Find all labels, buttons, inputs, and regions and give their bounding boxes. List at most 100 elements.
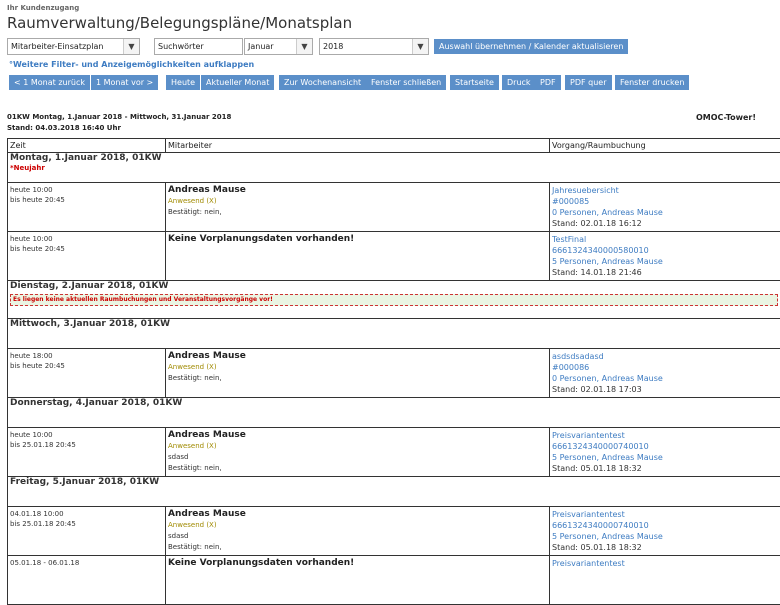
confirmed-status: Bestätigt: nein, — [168, 463, 547, 474]
booking-number-link[interactable]: #000086 — [552, 362, 778, 373]
table-header-row: Zeit Mitarbeiter Vorgang/Raumbuchung — [8, 139, 780, 153]
toolbar-button[interactable]: < 1 Monat zurück — [9, 75, 90, 90]
booking-cell: asdsdsadasd#0000860 Personen, Andreas Ma… — [550, 349, 780, 398]
confirmed-status: Bestätigt: nein, — [168, 373, 547, 384]
employee-name: Andreas Mause — [168, 509, 547, 520]
booking-persons-link[interactable]: 0 Personen, Andreas Mause — [552, 207, 778, 218]
toolbar-button[interactable]: Fenster drucken — [615, 75, 689, 90]
stand-text: Stand: 04.03.2018 16:40 Uhr — [7, 123, 231, 134]
month-select-value: Januar — [248, 42, 274, 51]
day-header-cell: Donnerstag, 4.Januar 2018, 01KW — [8, 398, 780, 428]
booking-cell: Preisvariantentest — [550, 556, 780, 605]
booking-stand: Stand: 02.01.18 16:12 — [552, 218, 778, 229]
chevron-down-icon: ▼ — [412, 39, 428, 54]
plan-select[interactable]: Mitarbeiter-Einsatzplan ▼ — [7, 38, 140, 55]
time-cell: heute 10:00bis heute 20:45 — [8, 232, 166, 281]
header-mitarbeiter: Mitarbeiter — [166, 139, 550, 153]
table-row: 04.01.18 10:00bis 25.01.18 20:45Andreas … — [8, 507, 780, 556]
toolbar-button[interactable]: Aktueller Monat — [201, 75, 274, 90]
plan-select-value: Mitarbeiter-Einsatzplan — [11, 42, 103, 51]
booking-link[interactable]: asdsdsadasd — [552, 351, 778, 362]
toolbar-button[interactable]: Zur Wochenansicht — [279, 75, 366, 90]
time-start: heute 10:00 — [10, 234, 163, 244]
employee-cell: Andreas MauseAnwesend (X)sdasdBestätigt:… — [166, 428, 550, 477]
time-end: bis heute 20:45 — [10, 244, 163, 254]
booking-number-link[interactable]: #000085 — [552, 196, 778, 207]
employee-cell: Andreas MauseAnwesend (X)Bestätigt: nein… — [166, 349, 550, 398]
table-row: heute 10:00bis 25.01.18 20:45Andreas Mau… — [8, 428, 780, 477]
day-header-row: Dienstag, 2.Januar 2018, 01KWEs liegen k… — [8, 281, 780, 319]
booking-link[interactable]: Jahresuebersicht — [552, 185, 778, 196]
booking-persons-link[interactable]: 0 Personen, Andreas Mause — [552, 373, 778, 384]
attendance-status: Anwesend (X) — [168, 196, 547, 207]
attendance-status: Anwesend (X) — [168, 362, 547, 373]
employee-name: Keine Vorplanungsdaten vorhanden! — [168, 234, 547, 245]
booking-number-link[interactable]: 6661324340000740010 — [552, 520, 778, 531]
time-cell: heute 10:00bis heute 20:45 — [8, 183, 166, 232]
booking-link[interactable]: TestFinal — [552, 234, 778, 245]
month-select[interactable]: Januar ▼ — [244, 38, 313, 55]
no-bookings-alert: Es liegen keine aktuellen Raumbuchungen … — [10, 294, 778, 306]
table-row: 05.01.18 - 06.01.18Keine Vorplanungsdate… — [8, 556, 780, 605]
table-row: heute 10:00bis heute 20:45Keine Vorplanu… — [8, 232, 780, 281]
search-input[interactable]: Suchwörter — [154, 38, 243, 55]
time-start: heute 10:00 — [10, 430, 163, 440]
day-header-row: Donnerstag, 4.Januar 2018, 01KW — [8, 398, 780, 428]
toolbar-button[interactable]: Druck — [502, 75, 536, 90]
employee-name: Keine Vorplanungsdaten vorhanden! — [168, 558, 547, 569]
toolbar-button[interactable]: Fenster schließen — [366, 75, 446, 90]
attendance-status: Anwesend (X) — [168, 441, 547, 452]
employee-name: Andreas Mause — [168, 351, 547, 362]
schedule-body: Montag, 1.Januar 2018, 01KW*Neujahrheute… — [8, 153, 780, 605]
toolbar-button[interactable]: Heute — [166, 75, 200, 90]
toolbar-button[interactable]: Startseite — [450, 75, 499, 90]
booking-number-link[interactable]: 6661324340000580010 — [552, 245, 778, 256]
time-end: bis 25.01.18 20:45 — [10, 519, 163, 529]
time-cell: heute 10:00bis 25.01.18 20:45 — [8, 428, 166, 477]
page-title: Raumverwaltung/Belegungspläne/Monatsplan — [7, 14, 352, 32]
day-header-cell: Dienstag, 2.Januar 2018, 01KWEs liegen k… — [8, 281, 780, 319]
day-header-cell: Freitag, 5.Januar 2018, 01KW — [8, 477, 780, 507]
booking-stand: Stand: 05.01.18 18:32 — [552, 463, 778, 474]
confirmed-status: Bestätigt: nein, — [168, 542, 547, 553]
toolbar-button[interactable]: 1 Monat vor > — [91, 75, 158, 90]
confirmed-status: Bestätigt: nein, — [168, 207, 547, 218]
time-start: heute 10:00 — [10, 185, 163, 195]
time-cell: 04.01.18 10:00bis 25.01.18 20:45 — [8, 507, 166, 556]
day-header-cell: Mittwoch, 3.Januar 2018, 01KW — [8, 319, 780, 349]
booking-stand: Stand: 02.01.18 17:03 — [552, 384, 778, 395]
booking-cell: Preisvariantentest66613243400007400105 P… — [550, 428, 780, 477]
table-row: heute 18:00bis heute 20:45Andreas MauseA… — [8, 349, 780, 398]
day-header-row: Montag, 1.Januar 2018, 01KW*Neujahr — [8, 153, 780, 183]
header-zeit: Zeit — [8, 139, 166, 153]
booking-number-link[interactable]: 6661324340000740010 — [552, 441, 778, 452]
booking-link[interactable]: Preisvariantentest — [552, 430, 778, 441]
booking-stand: Stand: 05.01.18 18:32 — [552, 542, 778, 553]
apply-selection-button[interactable]: Auswahl übernehmen / Kalender aktualisie… — [434, 39, 628, 54]
booking-persons-link[interactable]: 5 Personen, Andreas Mause — [552, 256, 778, 267]
employee-cell: Keine Vorplanungsdaten vorhanden! — [166, 232, 550, 281]
day-header-row: Freitag, 5.Januar 2018, 01KW — [8, 477, 780, 507]
toolbar-button[interactable]: PDF quer — [565, 75, 612, 90]
more-filters-link[interactable]: °Weitere Filter- und Anzeigemöglichkeite… — [9, 60, 254, 69]
day-header-row: Mittwoch, 3.Januar 2018, 01KW — [8, 319, 780, 349]
attendance-status: Anwesend (X) — [168, 520, 547, 531]
day-label: Donnerstag, 4.Januar 2018, 01KW — [10, 398, 182, 408]
table-row: heute 10:00bis heute 20:45Andreas MauseA… — [8, 183, 780, 232]
employee-note: sdasd — [168, 452, 547, 463]
employee-cell: Keine Vorplanungsdaten vorhanden! — [166, 556, 550, 605]
employee-cell: Andreas MauseAnwesend (X)Bestätigt: nein… — [166, 183, 550, 232]
employee-cell: Andreas MauseAnwesend (X)sdasdBestätigt:… — [166, 507, 550, 556]
day-label: Freitag, 5.Januar 2018, 01KW — [10, 477, 159, 487]
year-select[interactable]: 2018 ▼ — [319, 38, 429, 55]
booking-persons-link[interactable]: 5 Personen, Andreas Mause — [552, 452, 778, 463]
employee-note: sdasd — [168, 531, 547, 542]
header-vorgang: Vorgang/Raumbuchung — [550, 139, 780, 153]
booking-link[interactable]: Preisvariantentest — [552, 558, 778, 569]
booking-persons-link[interactable]: 5 Personen, Andreas Mause — [552, 531, 778, 542]
toolbar-button[interactable]: PDF — [535, 75, 561, 90]
kundenzugang-label: Ihr Kundenzugang — [7, 4, 79, 12]
booking-link[interactable]: Preisvariantentest — [552, 509, 778, 520]
time-cell: 05.01.18 - 06.01.18 — [8, 556, 166, 605]
employee-name: Andreas Mause — [168, 430, 547, 441]
